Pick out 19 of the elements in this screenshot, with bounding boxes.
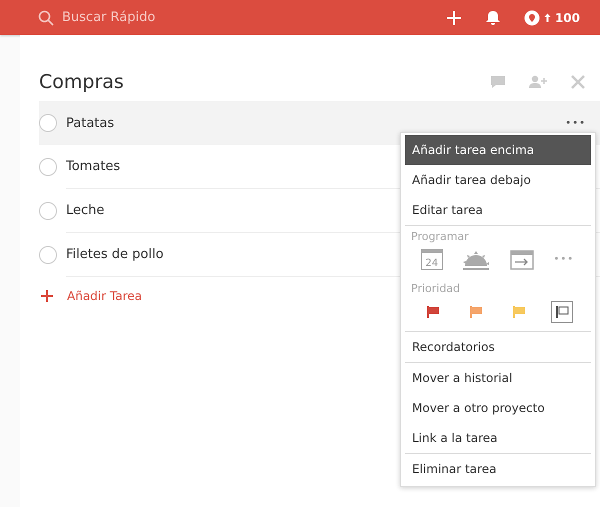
- menu-item[interactable]: Mover a historial: [405, 363, 591, 393]
- add-task-link[interactable]: Añadir Tarea: [67, 289, 142, 303]
- karma-count: 100: [554, 10, 580, 24]
- menu-item[interactable]: Link a la tarea: [405, 423, 591, 453]
- more-button[interactable]: •••: [565, 118, 586, 128]
- menu-item[interactable]: Recordatorios: [405, 332, 591, 362]
- task-label: Patatas: [66, 116, 114, 130]
- section-label: Programar: [411, 230, 470, 243]
- menu-item[interactable]: Editar tarea: [405, 195, 591, 225]
- menu-item[interactable]: Eliminar tarea: [405, 454, 591, 484]
- task-label: Leche: [66, 203, 104, 218]
- section-label: Prioridad: [411, 282, 462, 295]
- menu-item[interactable]: Añadir tarea encima: [405, 135, 591, 165]
- search-field[interactable]: Buscar Rápido: [38, 9, 214, 26]
- menu-item[interactable]: Mover a otro proyecto: [405, 393, 591, 423]
- menu-item[interactable]: Añadir tarea debajo: [405, 165, 591, 195]
- project-title: Compras: [39, 71, 125, 93]
- task-label: Filetes de pollo: [66, 247, 164, 262]
- task-label: Tomates: [66, 159, 120, 174]
